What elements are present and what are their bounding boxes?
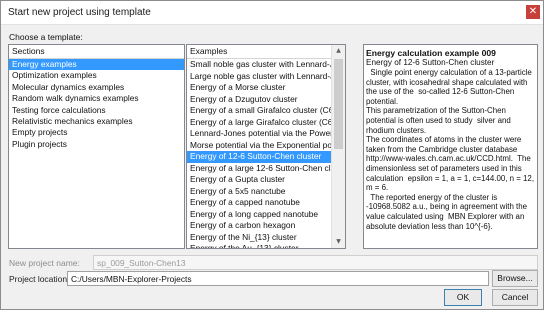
new-project-dialog: Start new project using template ✕ Choos…	[0, 0, 544, 310]
project-location-label: Project location:	[9, 274, 70, 284]
examples-item[interactable]: Energy of a 5x5 nanctube	[187, 186, 345, 198]
examples-scrollbar[interactable]: ▲ ▼	[331, 45, 345, 248]
scroll-up-icon[interactable]: ▲	[332, 45, 345, 57]
sections-item[interactable]: Relativistic mechanics examples	[9, 116, 184, 127]
description-subtitle: Energy of 12-6 Sutton-Chen cluster	[366, 58, 495, 67]
title-bar[interactable]: Start new project using template ✕	[1, 1, 543, 25]
examples-item[interactable]: Energy of a carbon hexagon	[187, 220, 345, 232]
examples-item[interactable]: Energy of a Gupta cluster	[187, 174, 345, 186]
description-panel: Energy calculation example 009 Energy of…	[363, 44, 538, 249]
project-name-label: New project name:	[9, 258, 80, 268]
examples-items: Small noble gas cluster with Lennard-Jo.…	[187, 59, 345, 248]
sections-header: Sections	[9, 45, 184, 59]
examples-item[interactable]: Morse potential via the Exponential pot.…	[187, 140, 345, 152]
sections-item[interactable]: Plugin projects	[9, 139, 184, 150]
sections-items: Energy examples Optimization examples Mole…	[9, 59, 184, 150]
close-icon[interactable]: ✕	[526, 5, 540, 19]
examples-item[interactable]: Energy of 12-6 Sutton-Chen cluster	[187, 151, 345, 163]
examples-item[interactable]: Energy of a large Girafalco cluster (C60…	[187, 117, 345, 129]
examples-item[interactable]: Energy of a small Girafalco cluster (C60…	[187, 105, 345, 117]
examples-item[interactable]: Energy of a capped nanotube	[187, 197, 345, 209]
examples-list[interactable]: Examples Small noble gas cluster with Le…	[186, 44, 346, 249]
examples-item[interactable]: Energy of a large 12-6 Sutton-Chen clust…	[187, 163, 345, 175]
choose-template-label: Choose a template:	[9, 32, 83, 42]
sections-item[interactable]: Optimization examples	[9, 70, 184, 81]
examples-item[interactable]: Lennard-Jones potential via the Power p.…	[187, 128, 345, 140]
scroll-down-icon[interactable]: ▼	[332, 236, 345, 248]
ok-button[interactable]: OK	[444, 289, 482, 306]
browse-button[interactable]: Browse...	[492, 270, 538, 287]
examples-item[interactable]: Energy of the Ni_{13} cluster	[187, 232, 345, 244]
examples-item[interactable]: Energy of a Morse cluster	[187, 82, 345, 94]
examples-item[interactable]: Energy of a long capped nanotube	[187, 209, 345, 221]
project-name-input[interactable]	[93, 255, 538, 270]
dialog-title: Start new project using template	[8, 7, 151, 18]
project-location-input[interactable]	[67, 271, 489, 286]
sections-item[interactable]: Molecular dynamics examples	[9, 82, 184, 93]
description-body: Single point energy calculation of a 13-…	[366, 68, 535, 231]
scroll-thumb[interactable]	[334, 59, 343, 149]
examples-item[interactable]: Large noble gas cluster with Lennard-Jo.…	[187, 71, 345, 83]
sections-item[interactable]: Random walk dynamics examples	[9, 93, 184, 104]
examples-item[interactable]: Small noble gas cluster with Lennard-Jo.…	[187, 59, 345, 71]
cancel-button[interactable]: Cancel	[492, 289, 538, 306]
examples-item[interactable]: Energy of a Dzugutov cluster	[187, 94, 345, 106]
examples-item[interactable]: Energy of the Au_{13} cluster	[187, 243, 345, 248]
sections-list[interactable]: Sections Energy examples Optimization exa…	[8, 44, 185, 249]
sections-item[interactable]: Testing force calculations	[9, 105, 184, 116]
sections-item[interactable]: Energy examples	[9, 59, 184, 71]
sections-item[interactable]: Empty projects	[9, 127, 184, 138]
description-title: Energy calculation example 009	[366, 48, 496, 58]
examples-header: Examples	[187, 45, 345, 59]
